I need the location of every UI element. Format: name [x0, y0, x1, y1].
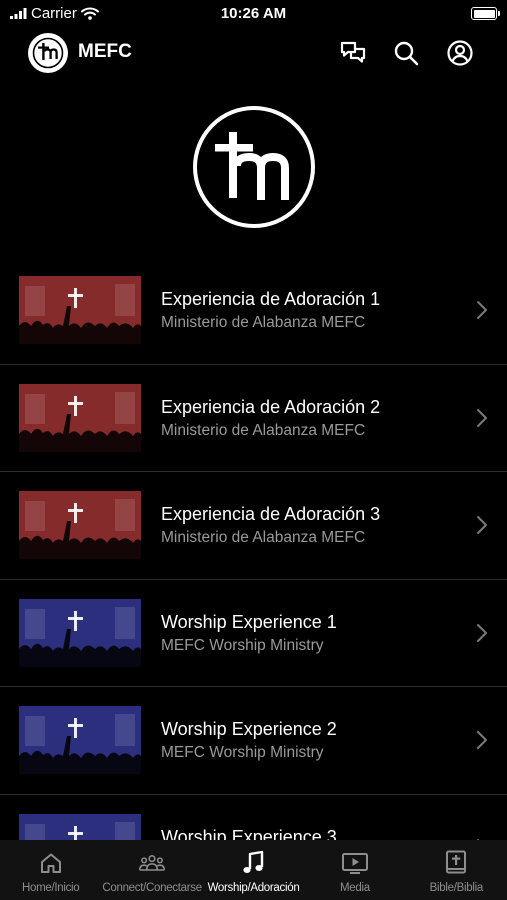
- tab-bible[interactable]: Bible/Biblia: [406, 840, 507, 900]
- chevron-right-icon: [475, 407, 489, 429]
- chat-bubbles-icon: [340, 41, 366, 63]
- app-header: MEFC: [0, 28, 507, 78]
- app-title: MEFC: [78, 41, 132, 62]
- chevron-right-icon: [475, 622, 489, 644]
- item-subtitle: MEFC Worship Ministry: [161, 744, 324, 761]
- item-title: Experiencia de Adoración 1: [161, 289, 381, 309]
- item-subtitle: MEFC Worship Ministry: [161, 636, 324, 654]
- account-button[interactable]: [445, 38, 475, 68]
- home-icon: [37, 849, 65, 877]
- item-thumbnail: [19, 706, 141, 774]
- list-item[interactable]: Experiencia de Adoración 3 Ministerio de …: [0, 472, 507, 580]
- music-note-icon: [240, 849, 268, 877]
- tab-label: Media: [340, 882, 370, 894]
- tab-home[interactable]: Home/Inicio: [0, 840, 101, 900]
- item-thumbnail: [19, 598, 141, 667]
- item-thumbnail: [19, 383, 141, 452]
- status-time: 10:26 AM: [220, 5, 287, 22]
- worship-list: Experiencia de Adoración 1 Ministerio de …: [0, 257, 507, 840]
- tab-label: Bible/Biblia: [429, 882, 484, 894]
- mefc-logo-icon: [193, 106, 315, 228]
- item-subtitle: Ministerio de Alabanza MEFC: [161, 529, 366, 546]
- header-logo[interactable]: [28, 33, 68, 73]
- status-bar: Carrier 10:26 AM: [0, 0, 507, 28]
- list-item[interactable]: Experiencia de Adoración 1 Ministerio de …: [0, 257, 507, 365]
- tab-label: Worship/Adoración: [207, 882, 300, 894]
- tab-people[interactable]: Connect/Conectarse: [101, 840, 202, 900]
- item-subtitle: Ministerio de Alabanza MEFC: [161, 314, 366, 331]
- tab-bar: Home/Inicio Connect/Conectarse Worship/Ado…: [0, 840, 507, 900]
- item-thumbnail: [19, 813, 141, 840]
- list-item[interactable]: Worship Experience 2 MEFC Worship Ministr…: [0, 687, 507, 795]
- bible-icon: [442, 849, 470, 877]
- media-play-icon: [341, 849, 369, 877]
- item-title: Experiencia de Adoración 3: [161, 504, 381, 524]
- item-title: Worship Experience 2: [161, 719, 337, 739]
- search-icon: [394, 41, 419, 66]
- hero-logo: [193, 106, 315, 228]
- list-item[interactable]: Worship Experience 1 MEFC Worship Ministr…: [0, 580, 507, 687]
- mefc-logo-icon: [32, 37, 64, 69]
- item-title: Worship Experience 1: [161, 611, 337, 632]
- people-icon: [138, 849, 166, 877]
- chevron-right-icon: [475, 514, 489, 536]
- item-thumbnail: [19, 491, 141, 559]
- list-item[interactable]: Experiencia de Adoración 2 Ministerio de …: [0, 365, 507, 472]
- search-button[interactable]: [391, 38, 421, 68]
- tab-music-note[interactable]: Worship/Adoración: [203, 840, 304, 900]
- account-circle-icon: [447, 40, 473, 66]
- battery-icon: [471, 7, 500, 20]
- tab-label: Connect/Conectarse: [102, 882, 202, 894]
- list-item[interactable]: Worship Experience 3MEFC Worship Ministr…: [0, 795, 507, 841]
- item-subtitle: Ministerio de Alabanza MEFC: [161, 421, 366, 439]
- item-title: Worship Experience 3: [161, 826, 337, 841]
- messages-button[interactable]: [338, 38, 368, 68]
- item-thumbnail: [19, 276, 141, 344]
- chevron-right-icon: [475, 729, 489, 751]
- tab-label: Home/Inicio: [21, 882, 80, 894]
- chevron-right-icon: [475, 299, 489, 321]
- item-title: Experiencia de Adoración 2: [161, 396, 381, 417]
- tab-media-play[interactable]: Media: [304, 840, 405, 900]
